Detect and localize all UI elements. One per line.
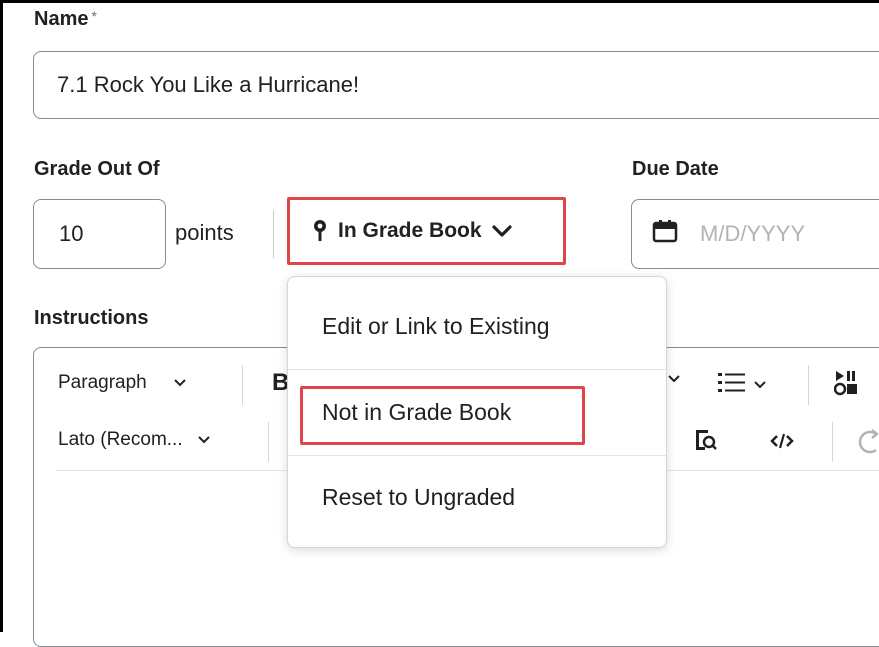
frame-border-top: [0, 0, 879, 3]
due-date-placeholder: M/D/YYYY: [700, 221, 806, 246]
due-date-label: Due Date: [632, 158, 719, 180]
toolbar-divider: [832, 422, 833, 462]
pin-icon: [312, 219, 328, 243]
media-button[interactable]: [833, 369, 860, 403]
font-select[interactable]: Lato (Recom...: [58, 429, 211, 451]
instructions-label: Instructions: [34, 307, 149, 329]
name-input[interactable]: 7.1 Rock You Like a Hurricane!: [33, 51, 879, 119]
paragraph-select[interactable]: Paragraph: [58, 372, 187, 394]
paragraph-label: Paragraph: [58, 372, 147, 393]
find-replace-button[interactable]: [694, 428, 718, 460]
toolbar-divider: [808, 365, 809, 405]
chevron-down-icon: [754, 374, 766, 396]
in-grade-book-label: In Grade Book: [338, 219, 482, 242]
code-icon: [770, 432, 794, 456]
find-replace-icon: [694, 428, 718, 460]
menu-separator: [288, 455, 666, 456]
in-grade-book-button[interactable]: In Grade Book: [287, 197, 566, 265]
chevron-down-icon: [173, 372, 187, 394]
frame-border-left: [0, 0, 3, 632]
font-label: Lato (Recom...: [58, 429, 183, 450]
media-icon: [833, 369, 860, 403]
grade-out-of-label: Grade Out Of: [34, 158, 160, 180]
chevron-down-icon[interactable]: [668, 374, 680, 384]
divider: [273, 210, 274, 258]
code-button[interactable]: [770, 432, 794, 456]
calendar-icon: [652, 219, 678, 249]
name-label-text: Name: [34, 8, 89, 30]
required-marker: *: [91, 8, 97, 24]
points-input[interactable]: 10: [33, 199, 166, 269]
highlight-annotation: [300, 386, 585, 445]
menu-separator: [288, 369, 666, 370]
due-date-input[interactable]: M/D/YYYY: [631, 199, 879, 269]
undo-icon: [858, 428, 879, 460]
toolbar-divider: [268, 422, 269, 462]
list-button[interactable]: [718, 370, 766, 400]
menu-item-edit-or-link[interactable]: Edit or Link to Existing: [288, 313, 666, 340]
list-icon: [718, 370, 748, 400]
menu-item-reset-to-ungraded[interactable]: Reset to Ungraded: [288, 484, 666, 511]
chevron-down-icon: [491, 224, 512, 238]
chevron-down-icon: [197, 429, 211, 451]
toolbar-divider: [242, 365, 243, 405]
name-label: Name *: [34, 8, 97, 31]
points-unit-label: points: [175, 220, 234, 245]
undo-button[interactable]: [858, 428, 879, 460]
